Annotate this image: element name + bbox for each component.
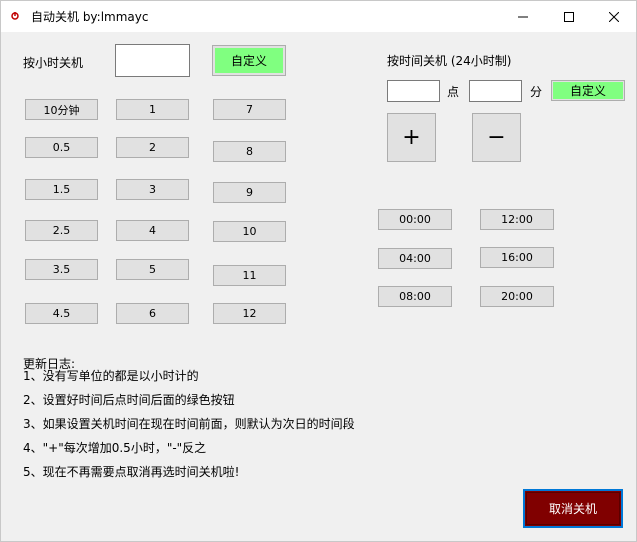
hours-preset-button[interactable]: 2 — [116, 137, 189, 158]
hours-preset-button[interactable]: 3.5 — [25, 259, 98, 280]
hours-preset-button[interactable]: 11 — [213, 265, 286, 286]
maximize-icon — [564, 11, 574, 22]
minute-input[interactable] — [469, 80, 522, 102]
hours-preset-button[interactable]: 6 — [116, 303, 189, 324]
hours-preset-button[interactable]: 8 — [213, 141, 286, 162]
hours-preset-button[interactable]: 7 — [213, 99, 286, 120]
app-window: 自动关机 by:lmmayc 按小时关机 自定义 10分钟 0.5 1.5 2.… — [0, 0, 637, 542]
hours-preset-button[interactable]: 4.5 — [25, 303, 98, 324]
hours-preset-button[interactable]: 5 — [116, 259, 189, 280]
time-preset-button[interactable]: 12:00 — [480, 209, 554, 230]
hours-preset-button[interactable]: 3 — [116, 179, 189, 200]
time-custom-button-label: 自定义 — [553, 82, 623, 99]
changelog-line: 2、设置好时间后点时间后面的绿色按钮 — [23, 393, 235, 407]
hours-preset-button[interactable]: 10分钟 — [25, 99, 98, 120]
time-preset-button[interactable]: 20:00 — [480, 286, 554, 307]
time-custom-button[interactable]: 自定义 — [551, 80, 625, 101]
changelog-line: 1、没有写单位的都是以小时计的 — [23, 369, 199, 383]
close-icon — [609, 11, 619, 22]
changelog-line: 3、如果设置关机时间在现在时间前面，则默认为次日的时间段 — [23, 417, 355, 431]
hour-unit-label: 点 — [447, 85, 460, 99]
maximize-button[interactable] — [546, 1, 592, 32]
hours-custom-button[interactable]: 自定义 — [212, 45, 286, 76]
minute-unit-label: 分 — [530, 85, 543, 99]
cancel-shutdown-button[interactable]: 取消关机 — [523, 489, 623, 528]
app-icon — [11, 12, 19, 20]
minimize-button[interactable] — [500, 1, 546, 32]
hours-preset-button[interactable]: 10 — [213, 221, 286, 242]
window-title: 自动关机 by:lmmayc — [31, 10, 149, 24]
time-preset-button[interactable]: 16:00 — [480, 247, 554, 268]
close-button[interactable] — [591, 1, 637, 32]
plus-button[interactable]: + — [387, 113, 436, 162]
hours-input[interactable] — [115, 44, 190, 77]
minus-button[interactable]: − — [472, 113, 521, 162]
hours-label: 按小时关机 — [23, 56, 84, 70]
hours-preset-button[interactable]: 4 — [116, 220, 189, 241]
time-preset-button[interactable]: 00:00 — [378, 209, 452, 230]
hours-preset-button[interactable]: 1.5 — [25, 179, 98, 200]
time-preset-button[interactable]: 04:00 — [378, 248, 452, 269]
title-bar: 自动关机 by:lmmayc — [1, 1, 636, 32]
hours-preset-button[interactable]: 2.5 — [25, 220, 98, 241]
time-label: 按时间关机 (24小时制) — [387, 54, 512, 68]
hours-preset-button[interactable]: 0.5 — [25, 137, 98, 158]
changelog-line: 5、现在不再需要点取消再选时间关机啦! — [23, 465, 240, 479]
time-preset-button[interactable]: 08:00 — [378, 286, 452, 307]
hours-custom-button-label: 自定义 — [215, 48, 283, 73]
hours-preset-button[interactable]: 12 — [213, 303, 286, 324]
hours-preset-button[interactable]: 9 — [213, 182, 286, 203]
hour-input[interactable] — [387, 80, 440, 102]
minimize-icon — [518, 16, 528, 17]
hours-preset-button[interactable]: 1 — [116, 99, 189, 120]
changelog-line: 4、"+"每次增加0.5小时，"-"反之 — [23, 441, 207, 455]
cancel-button-label: 取消关机 — [548, 502, 597, 516]
